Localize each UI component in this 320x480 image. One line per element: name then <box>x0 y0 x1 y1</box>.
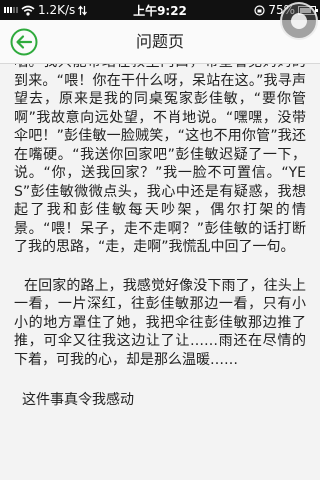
article-content: 咽。我只能带站在教室门口，希望看见妈妈的到来。“喂！你在干什么呀，呆站在这。”我… <box>0 64 320 480</box>
navigation-bar: 问题页 <box>0 20 320 64</box>
status-bar: 1.2K/s 上午9:22 75% <box>0 0 320 20</box>
status-time: 上午9:22 <box>133 3 187 18</box>
paragraph: 在回家的路上，我感觉好像没下雨了，往头上一看，一片深红，往彭佳敏那边一看，只有小… <box>14 277 306 368</box>
paragraph: 咽。我只能带站在教室门口，希望看见妈妈的到来。“喂！你在干什么呀，呆站在这。”我… <box>14 64 306 255</box>
page-title: 问题页 <box>135 32 184 51</box>
assistive-touch-button[interactable] <box>280 2 318 40</box>
paragraph: 这件事真令我感动 <box>22 392 134 408</box>
